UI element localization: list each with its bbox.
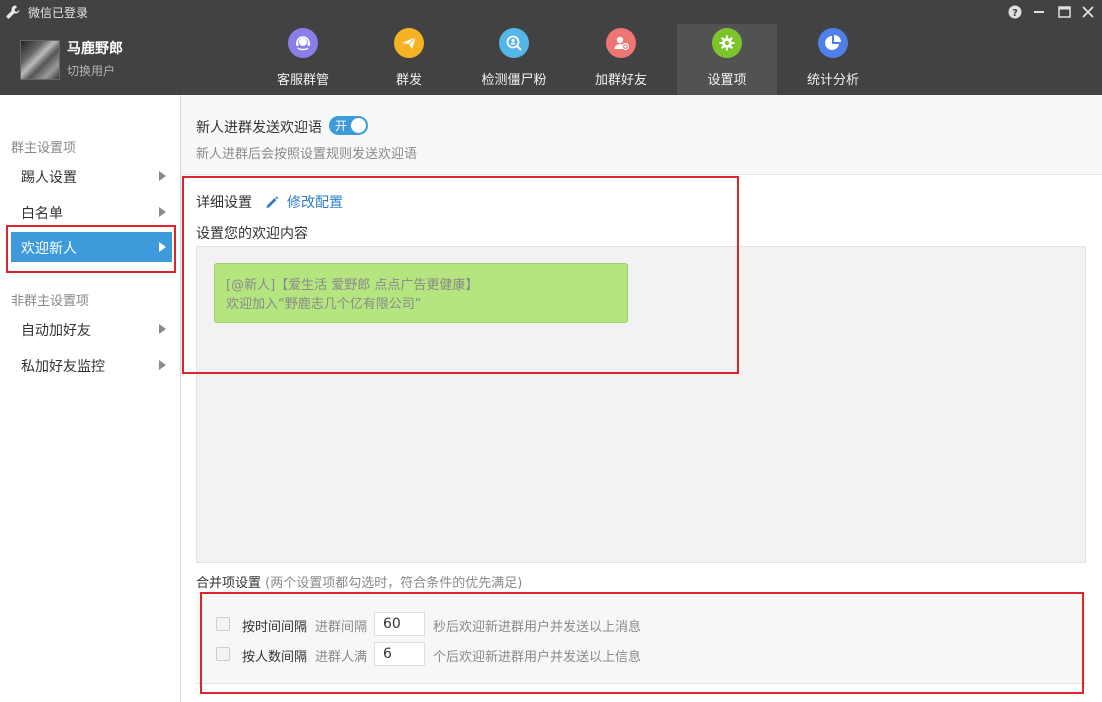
minimize-button[interactable]	[1028, 2, 1050, 22]
tab-broadcast[interactable]: 群发	[359, 24, 459, 95]
headset-icon	[288, 28, 318, 58]
merge-settings-title: 合并项设置 (两个设置项都勾选时，符合条件的优先满足)	[196, 572, 522, 591]
window-title: 微信已登录	[28, 6, 89, 20]
gear-icon	[712, 28, 742, 58]
merge-note: (两个设置项都勾选时，符合条件的优先满足)	[265, 576, 523, 591]
maximize-icon	[1057, 6, 1071, 18]
svg-text:?: ?	[1012, 8, 1018, 19]
wrench-icon	[6, 5, 20, 19]
title-bar: 微信已登录 ?	[0, 0, 1102, 24]
tab-settings[interactable]: 设置项	[677, 24, 777, 95]
tab-label: 统计分析	[806, 73, 859, 88]
sidebar-item-auto-add[interactable]: 自动加好友	[11, 314, 172, 344]
welcome-toggle[interactable]: 开	[329, 116, 368, 135]
merge-title-text: 合并项设置	[196, 576, 262, 591]
highlight-box	[6, 225, 176, 273]
caret-right-icon	[159, 207, 166, 217]
header: 马鹿野郎 切换用户 客服群管 群发 检测僵尸粉 加群好友 设置项 统计分析	[0, 24, 1102, 95]
pie-chart-icon	[818, 28, 848, 58]
tab-label: 设置项	[707, 73, 747, 88]
caret-right-icon	[159, 324, 166, 334]
user-name: 马鹿野郎	[67, 41, 123, 57]
add-user-icon	[606, 28, 636, 58]
search-user-icon	[499, 28, 529, 58]
switch-user-link[interactable]: 切换用户	[67, 62, 115, 79]
tab-detect-zombie[interactable]: 检测僵尸粉	[464, 24, 564, 95]
caret-right-icon	[159, 360, 166, 370]
close-icon	[1082, 6, 1094, 18]
minimize-icon	[1034, 11, 1044, 13]
highlight-box	[200, 592, 1084, 694]
sidebar-item-private-monitor[interactable]: 私加好友监控	[11, 350, 172, 380]
close-button[interactable]	[1077, 2, 1099, 22]
tab-label: 检测僵尸粉	[481, 73, 547, 88]
sidebar-item-whitelist[interactable]: 白名单	[11, 197, 172, 227]
welcome-description: 新人进群后会按照设置规则发送欢迎语	[196, 147, 418, 162]
welcome-title: 新人进群发送欢迎语	[196, 120, 322, 136]
tab-customer-service[interactable]: 客服群管	[253, 24, 353, 95]
toggle-knob	[351, 118, 366, 133]
maximize-button[interactable]	[1053, 2, 1075, 22]
toggle-label: 开	[335, 119, 348, 133]
main-panel: 新人进群发送欢迎语 开 新人进群后会按照设置规则发送欢迎语 详细设置 修改配置 …	[181, 95, 1102, 702]
welcome-header: 新人进群发送欢迎语 开 新人进群后会按照设置规则发送欢迎语	[181, 95, 1102, 175]
tab-add-friends[interactable]: 加群好友	[571, 24, 671, 95]
sidebar-item-label: 白名单	[21, 206, 63, 222]
sidebar-item-label: 自动加好友	[21, 323, 91, 339]
help-button[interactable]: ?	[1004, 2, 1026, 22]
help-icon: ?	[1008, 5, 1022, 19]
sidebar-item-label: 踢人设置	[21, 170, 77, 186]
sidebar-item-kick[interactable]: 踢人设置	[11, 161, 172, 191]
sidebar: 群主设置项 踢人设置 白名单 欢迎新人 非群主设置项 自动加好友 私加好友监控	[0, 95, 181, 702]
section-owner-settings: 群主设置项	[11, 141, 77, 156]
sidebar-item-label: 私加好友监控	[21, 359, 105, 375]
avatar[interactable]	[20, 40, 60, 80]
tab-label: 加群好友	[594, 73, 647, 88]
tab-label: 客服群管	[276, 73, 329, 88]
paper-plane-icon	[394, 28, 424, 58]
caret-right-icon	[159, 171, 166, 181]
section-non-owner-settings: 非群主设置项	[11, 294, 90, 309]
tab-statistics[interactable]: 统计分析	[783, 24, 883, 95]
tab-label: 群发	[395, 73, 422, 88]
highlight-box	[182, 176, 739, 374]
